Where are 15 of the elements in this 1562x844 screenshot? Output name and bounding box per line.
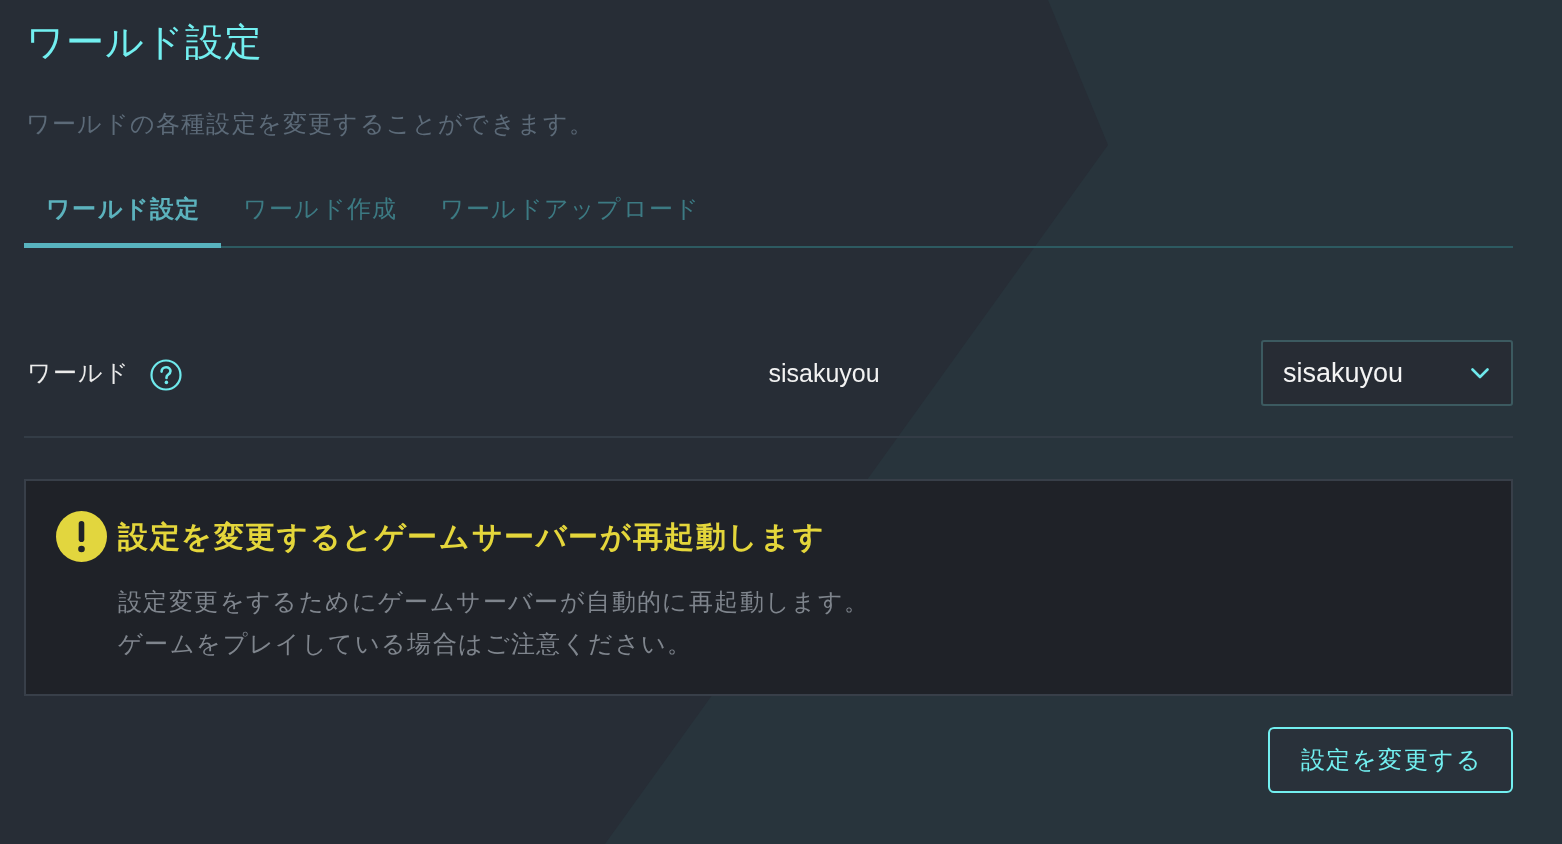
tab[interactable]: ワールド設定	[24, 193, 221, 248]
page-description: ワールドの各種設定を変更することができます。	[26, 109, 595, 140]
current-value: sisakuyou	[768, 358, 880, 389]
warning-title: 設定を変更するとゲームサーバーが再起動します	[118, 517, 826, 556]
warning-text: ゲームをプレイしている場合はご注意ください。	[118, 629, 693, 660]
world-select[interactable]: sisakuyou	[1261, 340, 1513, 406]
help-icon[interactable]	[150, 359, 182, 391]
chevron-down-icon	[1471, 367, 1489, 379]
apply-settings-button[interactable]: 設定を変更する	[1267, 727, 1513, 793]
warning-icon	[56, 511, 107, 562]
tab[interactable]: ワールドアップロード	[417, 193, 721, 248]
tab[interactable]: ワールド作成	[220, 193, 418, 248]
setting-label: ワールド	[27, 358, 130, 389]
warning-text: 設定変更をするためにゲームサーバーが自動的に再起動します。	[118, 587, 870, 618]
page-title: ワールド設定	[26, 19, 263, 65]
